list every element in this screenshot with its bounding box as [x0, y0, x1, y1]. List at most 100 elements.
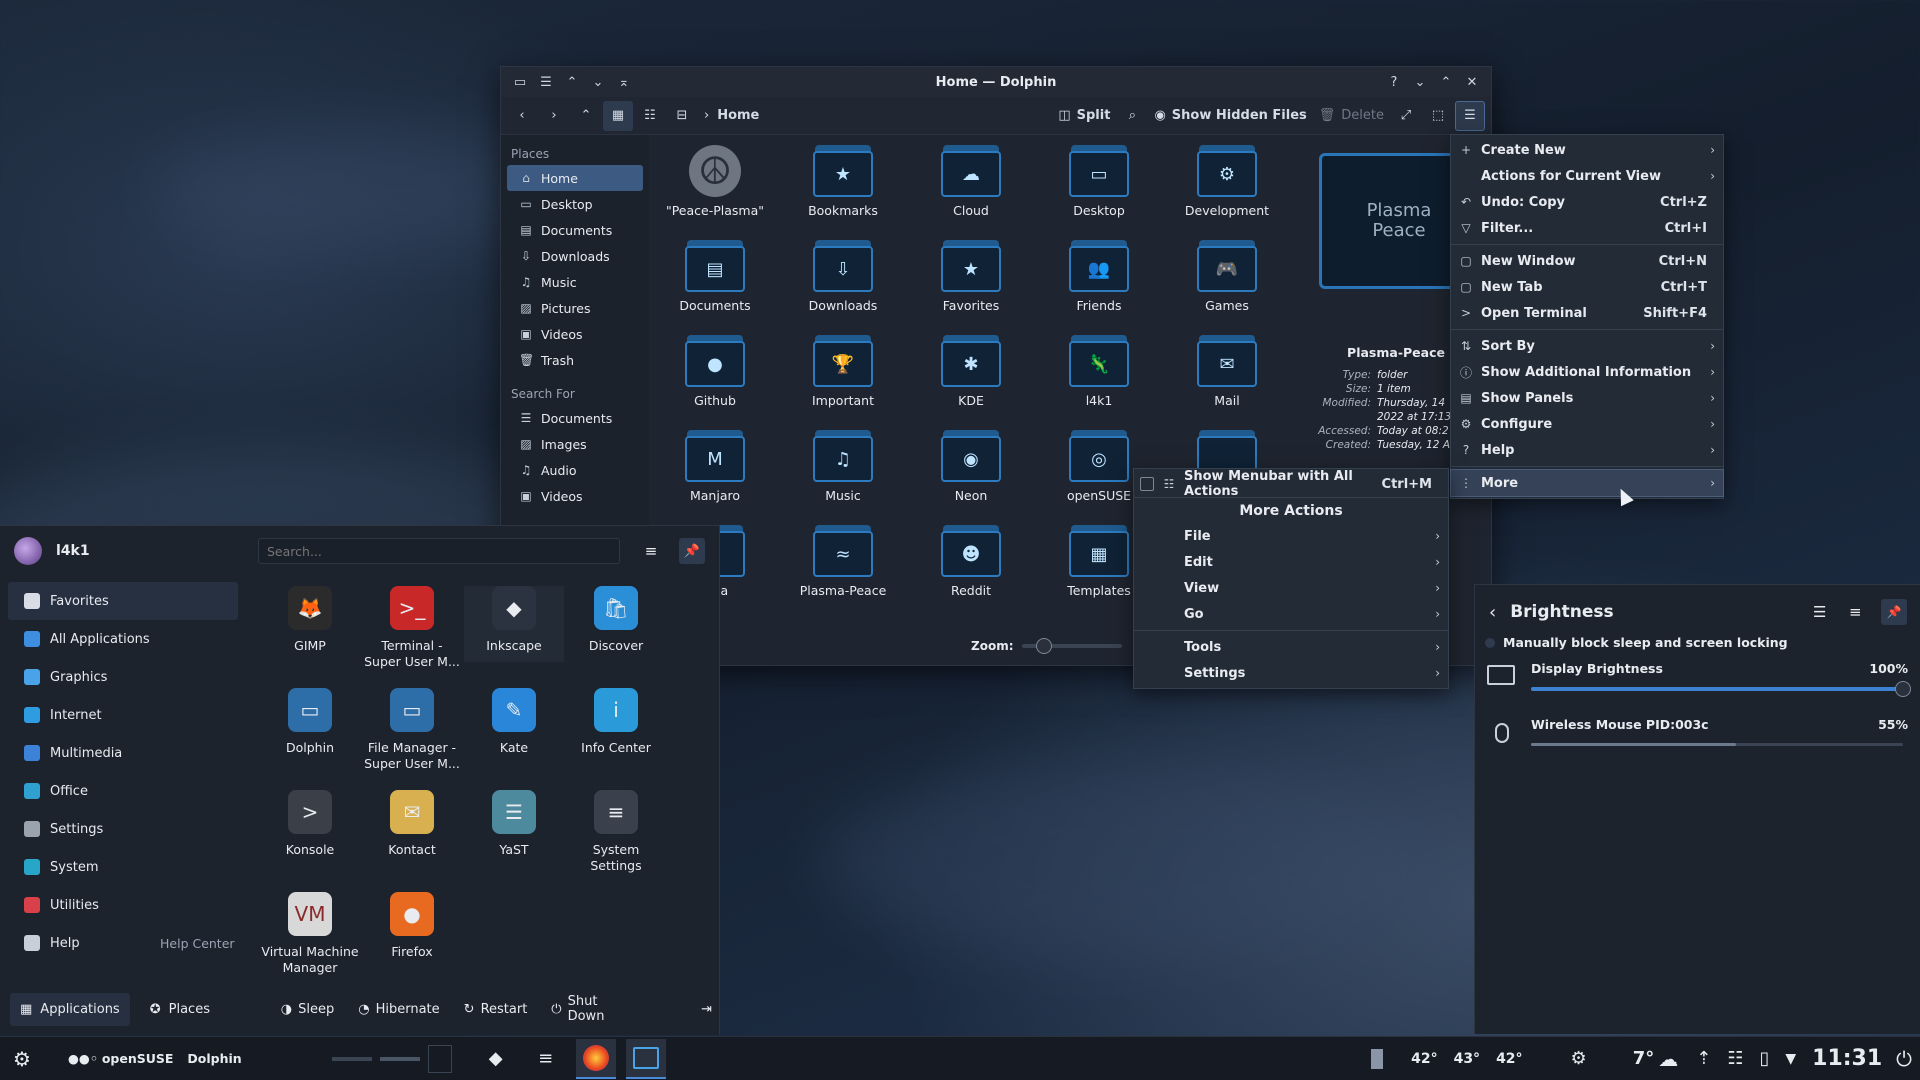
sidebar-item-pictures[interactable]: ▨ Pictures: [507, 295, 643, 321]
folder-item[interactable]: ✱ KDE: [909, 333, 1033, 425]
places-tab[interactable]: ✪ Places: [138, 993, 222, 1026]
folder-item[interactable]: ★ Favorites: [909, 238, 1033, 330]
avatar[interactable]: [14, 537, 42, 565]
app-dolphin[interactable]: ▭ Dolphin: [260, 688, 360, 756]
folder-item[interactable]: ◉ Neon: [909, 428, 1033, 520]
task-dolphin[interactable]: [625, 1038, 666, 1079]
cloud-icon[interactable]: ☁: [1658, 1047, 1678, 1071]
folder-item[interactable]: ▤ Documents: [653, 238, 777, 330]
menu-item-help[interactable]: ? Help ›: [1451, 437, 1723, 463]
search-button[interactable]: ⌕: [1117, 101, 1147, 131]
app-info-center[interactable]: i Info Center: [566, 688, 666, 756]
folder-item[interactable]: ▭ Desktop: [1037, 143, 1161, 235]
app-terminal[interactable]: >_ Terminal - Super User M...: [362, 586, 462, 670]
app-file-manager[interactable]: ▭ File Manager - Super User M...: [362, 688, 462, 772]
search-for-videos[interactable]: ▣ Videos: [507, 483, 643, 509]
icons-view-button[interactable]: ▦: [603, 100, 633, 131]
show-menubar-item[interactable]: ☷ Show Menubar with All Actions Ctrl+M: [1134, 469, 1448, 499]
menu-item-configure[interactable]: ⚙ Configure ›: [1451, 411, 1723, 437]
maximize-button[interactable]: ⌃: [1433, 69, 1459, 95]
zoom-slider[interactable]: [1021, 638, 1122, 654]
back-button[interactable]: ‹: [507, 101, 537, 131]
folder-item[interactable]: ♫ Music: [781, 428, 905, 520]
window-menu-icon[interactable]: ☰: [533, 69, 559, 95]
menu-icon[interactable]: ☰: [1813, 603, 1826, 621]
more-item-edit[interactable]: Edit ›: [1134, 549, 1448, 575]
app-firefox[interactable]: ● Firefox: [362, 892, 462, 960]
menu-item-new-window[interactable]: ▢ New Window Ctrl+N: [1451, 248, 1723, 274]
search-for-audio[interactable]: ♫ Audio: [507, 457, 643, 483]
checkbox[interactable]: [1140, 477, 1154, 491]
keep-below-icon[interactable]: ⌄: [585, 69, 611, 95]
category-system[interactable]: System: [8, 848, 238, 886]
kde-connect-icon[interactable]: ⚙: [1571, 1048, 1587, 1069]
thumbnail-2[interactable]: [379, 1056, 420, 1061]
folder-item[interactable]: ☁ Cloud: [909, 143, 1033, 235]
restart-button[interactable]: ↻ Restart: [456, 994, 536, 1025]
sidebar-item-videos[interactable]: ▣ Videos: [507, 321, 643, 347]
block-sleep-row[interactable]: Manually block sleep and screen locking: [1485, 635, 1788, 650]
app-yast[interactable]: ☰ YaST: [464, 790, 564, 858]
folder-item[interactable]: ⇩ Downloads: [781, 238, 905, 330]
folder-item[interactable]: ● Github: [653, 333, 777, 425]
task-firefox[interactable]: [575, 1038, 616, 1079]
hibernate-button[interactable]: ◔ Hibernate: [350, 994, 447, 1025]
clipboard-icon[interactable]: ▯: [1759, 1048, 1769, 1069]
menu-item-create-new[interactable]: + Create New ›: [1451, 137, 1723, 163]
applications-tab[interactable]: ▦ Applications: [10, 992, 130, 1026]
more-item-view[interactable]: View ›: [1134, 575, 1448, 601]
help-icon[interactable]: ?: [1381, 69, 1407, 95]
show-hidden-button[interactable]: ◉ Show Hidden Files: [1149, 101, 1311, 131]
menu-item-sort-by[interactable]: ⇅ Sort By ›: [1451, 333, 1723, 359]
folder-item[interactable]: 👥 Friends: [1037, 238, 1161, 330]
details-view-button[interactable]: ⊟: [667, 101, 697, 131]
menu-item-actions-for-current-view[interactable]: Actions for Current View ›: [1451, 163, 1723, 189]
delete-button[interactable]: 🗑 Delete: [1314, 101, 1389, 131]
category-multimedia[interactable]: Multimedia: [8, 734, 238, 772]
virtual-desktops[interactable]: ●●◦ openSUSE: [68, 1051, 173, 1066]
back-icon[interactable]: ‹: [1489, 602, 1496, 623]
select-icon[interactable]: ⤢: [1391, 101, 1421, 131]
folder-item[interactable]: ✉ Mail: [1165, 333, 1289, 425]
configure-icon[interactable]: ≡: [1849, 603, 1862, 621]
minimize-button[interactable]: ⌄: [1407, 69, 1433, 95]
folder-item[interactable]: ☻ Reddit: [909, 523, 1033, 615]
thumbnail-1[interactable]: [331, 1056, 372, 1061]
updates-icon[interactable]: ⇡: [1696, 1048, 1711, 1069]
sidebar-item-trash[interactable]: 🗑 Trash: [507, 347, 643, 373]
folder-item[interactable]: ≈ Plasma-Peace: [781, 523, 905, 615]
launcher-icon[interactable]: ⚙: [0, 1047, 44, 1071]
folder-item[interactable]: 🏆 Important: [781, 333, 905, 425]
shutdown-button[interactable]: ⏻ Shut Down: [543, 986, 635, 1032]
category-graphics[interactable]: Graphics: [8, 658, 238, 696]
forward-button[interactable]: ›: [539, 101, 569, 131]
menu-item-undo-copy[interactable]: ↶ Undo: Copy Ctrl+Z: [1451, 189, 1723, 215]
breadcrumb[interactable]: › Home: [699, 101, 764, 131]
app-virtual-machine[interactable]: VM Virtual Machine Manager: [260, 892, 360, 976]
app-inkscape[interactable]: ◆ Inkscape: [464, 586, 564, 662]
network-icon[interactable]: ☷: [1727, 1048, 1743, 1069]
sidebar-item-music[interactable]: ♫ Music: [507, 269, 643, 295]
close-button[interactable]: ✕: [1459, 69, 1485, 95]
configure-icon[interactable]: ≡: [638, 538, 664, 564]
menu-item-filter[interactable]: ▽ Filter... Ctrl+I: [1451, 215, 1723, 241]
app-discover[interactable]: 🛍 Discover: [566, 586, 666, 654]
more-item-settings[interactable]: Settings ›: [1134, 660, 1448, 686]
select-all-icon[interactable]: ⬚: [1423, 101, 1453, 131]
compact-view-button[interactable]: ☷: [635, 101, 665, 131]
split-button[interactable]: ◫ Split: [1053, 101, 1115, 131]
more-item-go[interactable]: Go ›: [1134, 601, 1448, 627]
search-input[interactable]: [258, 538, 620, 564]
display-brightness-slider[interactable]: [1531, 681, 1911, 697]
folder-item[interactable]: ★ Bookmarks: [781, 143, 905, 235]
category-utilities[interactable]: Utilities: [8, 886, 238, 924]
app-kontact[interactable]: ✉ Kontact: [362, 790, 462, 858]
pin-icon[interactable]: 📌: [679, 538, 705, 564]
sidebar-item-documents[interactable]: ▤ Documents: [507, 217, 643, 243]
menu-item-more[interactable]: ⋮ More ›: [1450, 469, 1724, 497]
menu-item-show-panels[interactable]: ▤ Show Panels ›: [1451, 385, 1723, 411]
category-internet[interactable]: Internet: [8, 696, 238, 734]
zoom-slider-handle[interactable]: [1035, 638, 1052, 654]
menu-item-new-tab[interactable]: ▢ New Tab Ctrl+T: [1451, 274, 1723, 300]
clock[interactable]: 11:31: [1812, 1046, 1882, 1071]
